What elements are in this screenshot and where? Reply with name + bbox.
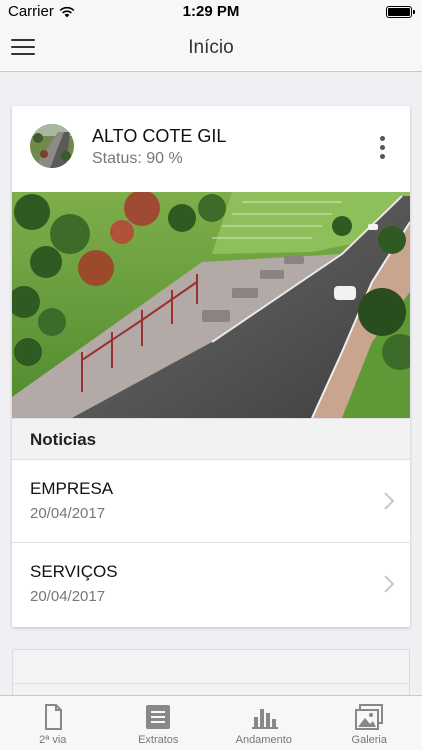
bar-chart-icon — [251, 709, 278, 729]
news-section-title: Noticias — [30, 430, 97, 449]
project-name: ALTO COTE GIL — [92, 126, 227, 146]
news-item-date: 20/04/2017 — [30, 588, 106, 605]
news-item[interactable]: SERVIÇOS 20/04/2017 — [12, 543, 410, 626]
divider — [13, 683, 409, 684]
news-section-header: Noticias — [12, 418, 410, 460]
more-vertical-icon[interactable] — [374, 136, 390, 160]
tab-label: Galeria — [351, 734, 387, 746]
tab-2a-via[interactable]: 2ª via — [0, 696, 106, 750]
tab-label: Andamento — [235, 734, 292, 746]
tab-bar: 2ª via Extratos Andamento Galeria — [0, 695, 422, 750]
status-time: 1:29 PM — [182, 3, 240, 20]
project-card: ALTO COTE GIL Status: 90 % Noticias EMPR… — [12, 106, 410, 627]
tab-extratos[interactable]: Extratos — [106, 696, 212, 750]
news-item-title: EMPRESA — [30, 479, 114, 498]
news-item[interactable]: EMPRESA 20/04/2017 — [12, 460, 410, 543]
navigation-bar: Início — [0, 24, 422, 72]
chevron-right-icon — [384, 492, 394, 510]
project-hero-image — [12, 192, 410, 418]
page-title: Início — [188, 37, 234, 58]
news-item-date: 20/04/2017 — [30, 505, 106, 522]
battery-icon — [386, 6, 415, 18]
chevron-right-icon — [384, 575, 394, 593]
tab-andamento[interactable]: Andamento — [211, 696, 317, 750]
statement-icon — [146, 705, 171, 729]
tab-label: 2ª via — [39, 734, 67, 746]
battery-level — [388, 8, 410, 16]
tab-galeria[interactable]: Galeria — [317, 696, 422, 750]
news-item-title: SERVIÇOS — [30, 562, 118, 581]
app-screen: Carrier 1:29 PM Início ALTO COTE GIL Sta… — [0, 0, 422, 750]
status-bar: Carrier 1:29 PM — [0, 0, 422, 24]
tab-label: Extratos — [138, 734, 179, 746]
document-icon — [44, 704, 62, 730]
project-status: Status: 90 % — [92, 150, 183, 167]
project-card-header: ALTO COTE GIL Status: 90 % — [12, 106, 410, 192]
project-avatar — [30, 124, 74, 168]
gallery-icon — [355, 704, 384, 730]
